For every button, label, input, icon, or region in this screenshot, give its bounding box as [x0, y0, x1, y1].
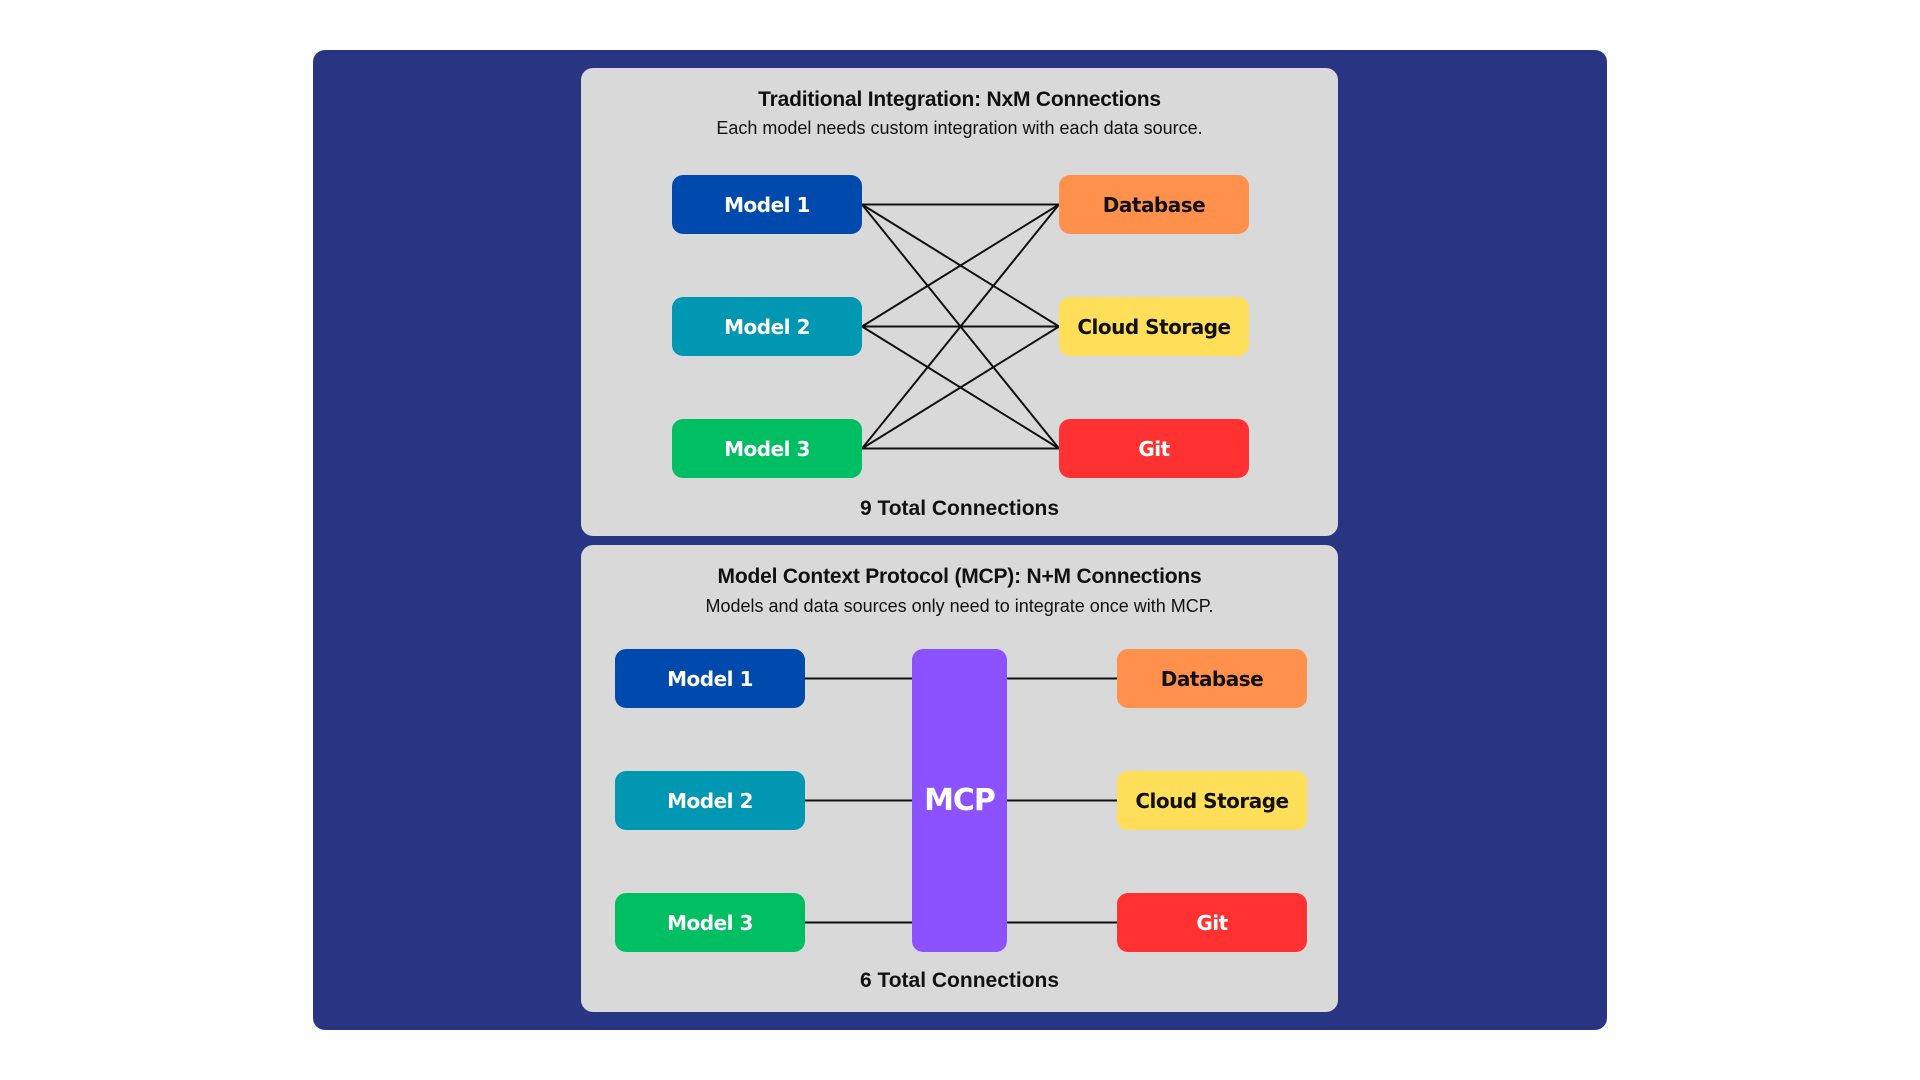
traditional-total-connections: 9 Total Connections — [859, 497, 1060, 520]
traditional-database-node: Database — [1059, 175, 1249, 234]
traditional-model-2-node: Model 2 — [672, 297, 862, 356]
mcp-model-2-node: Model 2 — [615, 771, 805, 830]
mcp-cloud-storage-node: Cloud Storage — [1117, 771, 1307, 830]
traditional-git-node: Git — [1059, 419, 1249, 478]
mcp-title: Model Context Protocol (MCP): N+M Connec… — [717, 565, 1202, 588]
traditional-model-3-node: Model 3 — [672, 419, 862, 478]
mcp-total-connections: 6 Total Connections — [859, 969, 1060, 992]
traditional-title: Traditional Integration: NxM Connections — [758, 88, 1161, 111]
mcp-database-node: Database — [1117, 649, 1307, 708]
mcp-model-3-node: Model 3 — [615, 893, 805, 952]
traditional-model-1-node: Model 1 — [672, 175, 862, 234]
mcp-hub-node: MCP — [912, 649, 1007, 952]
traditional-cloud-storage-node: Cloud Storage — [1059, 297, 1249, 356]
traditional-subtitle: Each model needs custom integration with… — [716, 118, 1203, 138]
mcp-git-node: Git — [1117, 893, 1307, 952]
mcp-subtitle: Models and data sources only need to int… — [705, 596, 1214, 616]
mcp-model-1-node: Model 1 — [615, 649, 805, 708]
